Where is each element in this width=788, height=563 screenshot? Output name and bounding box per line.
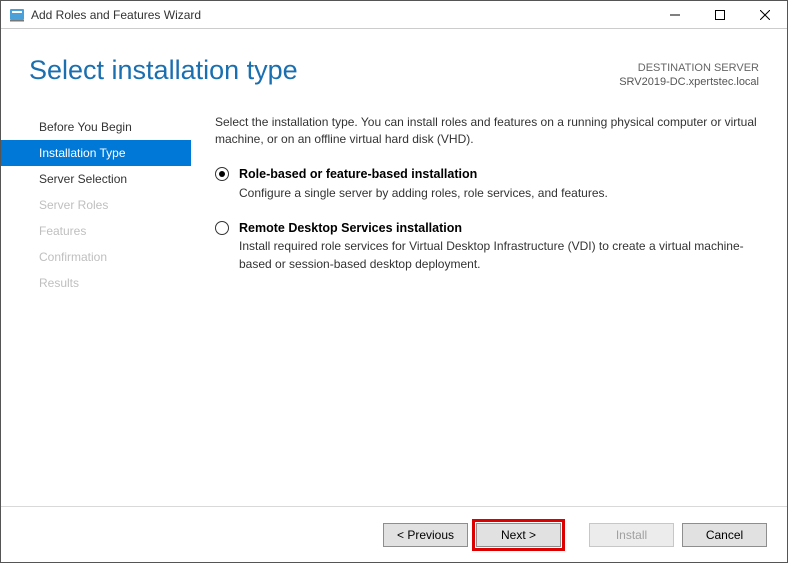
option-remote-desktop[interactable]: Remote Desktop Services installation Ins… [215,220,759,273]
radio-icon [215,167,229,181]
nav-server-roles: Server Roles [1,192,191,218]
destination-label: DESTINATION SERVER [619,61,759,75]
option-role-based[interactable]: Role-based or feature-based installation… [215,166,759,202]
footer: < Previous Next > Install Cancel [1,506,787,562]
nav-installation-type[interactable]: Installation Type [1,140,191,166]
minimize-button[interactable] [652,1,697,29]
previous-button[interactable]: < Previous [383,523,468,547]
titlebar: Add Roles and Features Wizard [1,1,787,29]
app-icon [9,7,25,23]
option-remote-desktop-title: Remote Desktop Services installation [239,220,759,236]
body: Before You Begin Installation Type Serve… [1,100,787,506]
window-title: Add Roles and Features Wizard [31,8,652,22]
option-role-based-title: Role-based or feature-based installation [239,166,759,182]
header: Select installation type DESTINATION SER… [1,29,787,100]
option-role-based-desc: Configure a single server by adding role… [239,185,759,202]
cancel-button[interactable]: Cancel [682,523,767,547]
window-controls [652,1,787,29]
sidebar: Before You Begin Installation Type Serve… [1,100,191,506]
maximize-button[interactable] [697,1,742,29]
nav-confirmation: Confirmation [1,244,191,270]
radio-icon [215,221,229,235]
install-button: Install [589,523,674,547]
nav-server-selection[interactable]: Server Selection [1,166,191,192]
nav-before-you-begin[interactable]: Before You Begin [1,114,191,140]
destination-server-info: DESTINATION SERVER SRV2019-DC.xpertstec.… [619,55,759,90]
wizard-window: Add Roles and Features Wizard Select ins… [0,0,788,563]
intro-text: Select the installation type. You can in… [215,114,759,149]
content-pane: Select the installation type. You can in… [191,100,787,506]
option-remote-desktop-desc: Install required role services for Virtu… [239,238,759,273]
nav-features: Features [1,218,191,244]
next-button[interactable]: Next > [476,523,561,547]
destination-value: SRV2019-DC.xpertstec.local [619,75,759,89]
page-title: Select installation type [29,55,298,86]
close-button[interactable] [742,1,787,29]
nav-results: Results [1,270,191,296]
